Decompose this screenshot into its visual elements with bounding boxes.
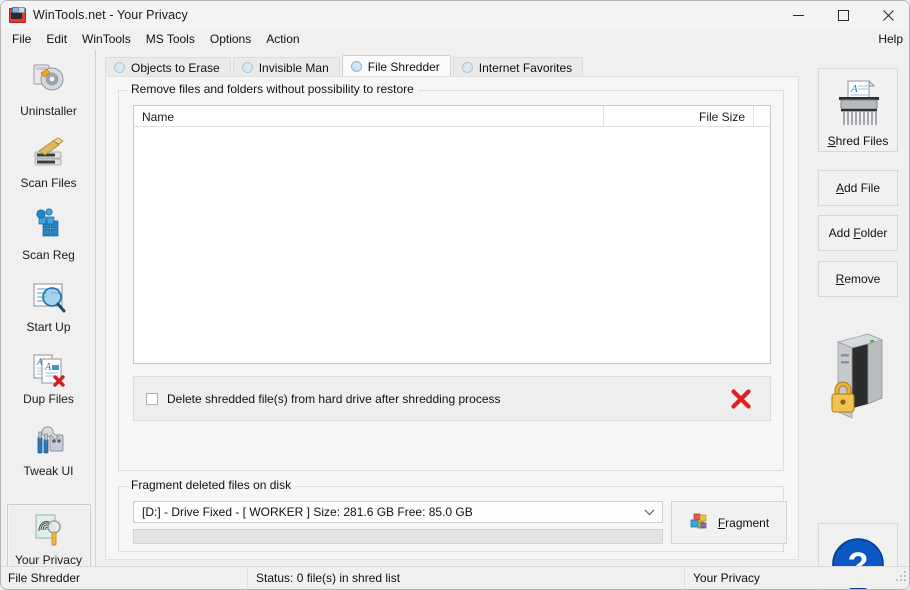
add-folder-label: Add Folder (829, 226, 888, 240)
sidebar-item-start-up[interactable]: Start Up (7, 272, 91, 343)
remove-button[interactable]: Remove (818, 261, 898, 297)
menu-options[interactable]: Options (203, 30, 258, 49)
add-file-button[interactable]: Add File (818, 170, 898, 206)
dup-files-icon: A A (27, 349, 71, 391)
sidebar-item-label: Tweak UI (23, 465, 73, 478)
sidebar-item-label: Scan Files (20, 177, 76, 190)
column-header-file-size[interactable]: File Size (604, 106, 754, 127)
drive-select-value: [D:] - Drive Fixed - [ WORKER ] Size: 28… (142, 505, 473, 519)
uninstaller-icon (27, 61, 71, 103)
shredder-group-title: Remove files and folders without possibi… (127, 83, 418, 96)
sidebar-item-dup-files[interactable]: A A Dup Files (7, 344, 91, 415)
tab-label: Invisible Man (259, 61, 329, 75)
tab-label: Internet Favorites (479, 61, 572, 75)
scan-reg-icon (27, 205, 71, 247)
tab-label: Objects to Erase (131, 61, 220, 75)
fragment-button-label: Fragment (718, 516, 769, 530)
menu-wintools[interactable]: WinTools (75, 30, 138, 49)
resize-grip-icon[interactable] (895, 570, 907, 585)
add-file-label: Add File (836, 181, 880, 195)
sidebar-item-label: Scan Reg (22, 249, 75, 262)
menu-ms-tools[interactable]: MS Tools (139, 30, 202, 49)
minimize-button[interactable] (776, 1, 821, 29)
list-body-empty[interactable] (134, 127, 770, 363)
red-x-icon (730, 388, 752, 410)
tab-bullet-icon (462, 62, 473, 73)
tab-file-shredder[interactable]: File Shredder (342, 55, 451, 77)
status-bar: File Shredder Status: 0 file(s) in shred… (2, 566, 910, 588)
menu-file[interactable]: File (5, 30, 38, 49)
tab-internet-favorites[interactable]: Internet Favorites (453, 57, 583, 77)
secure-pc-lock-icon (824, 328, 890, 423)
remove-label: Remove (836, 272, 881, 286)
add-folder-button[interactable]: Add Folder (818, 215, 898, 251)
tab-page-file-shredder: Remove files and folders without possibi… (105, 76, 799, 560)
drive-select[interactable]: [D:] - Drive Fixed - [ WORKER ] Size: 28… (133, 501, 663, 523)
column-header-filler (754, 106, 770, 127)
svg-text:A: A (850, 83, 858, 95)
tab-bullet-icon (114, 62, 125, 73)
status-pane-right: Your Privacy (685, 567, 910, 589)
fragment-button[interactable]: Fragment (671, 501, 787, 544)
delete-option-strip: Delete shredded file(s) from hard drive … (133, 376, 771, 421)
menu-edit[interactable]: Edit (39, 30, 74, 49)
sidebar-item-label: Dup Files (23, 393, 74, 406)
fragment-progress-bar (133, 529, 663, 544)
tab-objects-to-erase[interactable]: Objects to Erase (105, 57, 231, 77)
scan-files-icon (27, 133, 71, 175)
list-header-row: Name File Size (134, 106, 770, 127)
column-header-name[interactable]: Name (134, 106, 604, 127)
fragment-group-title: Fragment deleted files on disk (127, 479, 295, 492)
navigation-sidebar: Uninstaller Scan Files (2, 50, 96, 568)
close-button[interactable] (866, 1, 910, 29)
window-controls (776, 1, 910, 29)
tab-bullet-icon (351, 61, 362, 72)
application-window: WinTools.net - Your Privacy File Edit Wi… (0, 0, 910, 590)
delete-after-shred-checkbox[interactable] (146, 393, 158, 405)
your-privacy-icon (27, 510, 71, 552)
wintools-app-icon (9, 7, 25, 23)
tab-strip: Objects to Erase Invisible Man File Shre… (105, 55, 799, 77)
action-rail: A Shred Files Add File (804, 50, 910, 568)
maximize-button[interactable] (821, 1, 866, 29)
delete-after-shred-label: Delete shredded file(s) from hard drive … (167, 392, 501, 406)
shred-files-label: Shred Files (828, 134, 889, 148)
shred-files-button[interactable]: A Shred Files (818, 68, 898, 152)
title-bar: WinTools.net - Your Privacy (1, 1, 910, 29)
tab-invisible-man[interactable]: Invisible Man (233, 57, 340, 77)
svg-text:A: A (44, 362, 52, 373)
main-content: Objects to Erase Invisible Man File Shre… (97, 50, 803, 568)
shred-file-list[interactable]: Name File Size (133, 105, 771, 364)
shredder-group: Remove files and folders without possibi… (118, 90, 784, 471)
sidebar-item-scan-files[interactable]: Scan Files (7, 128, 91, 199)
sidebar-item-scan-reg[interactable]: Scan Reg (7, 200, 91, 271)
sidebar-item-label: Uninstaller (20, 105, 77, 118)
sidebar-item-uninstaller[interactable]: Uninstaller (7, 56, 91, 127)
fragment-group: Fragment deleted files on disk [D:] - Dr… (118, 486, 784, 552)
sidebar-item-tweak-ui[interactable]: Tweak UI (7, 416, 91, 487)
tab-label: File Shredder (368, 60, 440, 74)
sidebar-item-your-privacy[interactable]: Your Privacy (7, 504, 91, 575)
status-pane-center: Status: 0 file(s) in shred list (248, 567, 685, 589)
window-title: WinTools.net - Your Privacy (33, 8, 188, 22)
fragment-icon (689, 511, 709, 534)
menu-bar: File Edit WinTools MS Tools Options Acti… (1, 29, 910, 50)
status-pane-left: File Shredder (2, 567, 248, 589)
tweak-ui-icon (27, 421, 71, 463)
menu-action[interactable]: Action (259, 30, 306, 49)
chevron-down-icon[interactable] (644, 505, 655, 519)
shredder-icon: A (831, 78, 885, 133)
start-up-icon (27, 277, 71, 319)
sidebar-item-label: Start Up (26, 321, 70, 334)
tab-bullet-icon (242, 62, 253, 73)
menu-help[interactable]: Help (878, 32, 903, 46)
